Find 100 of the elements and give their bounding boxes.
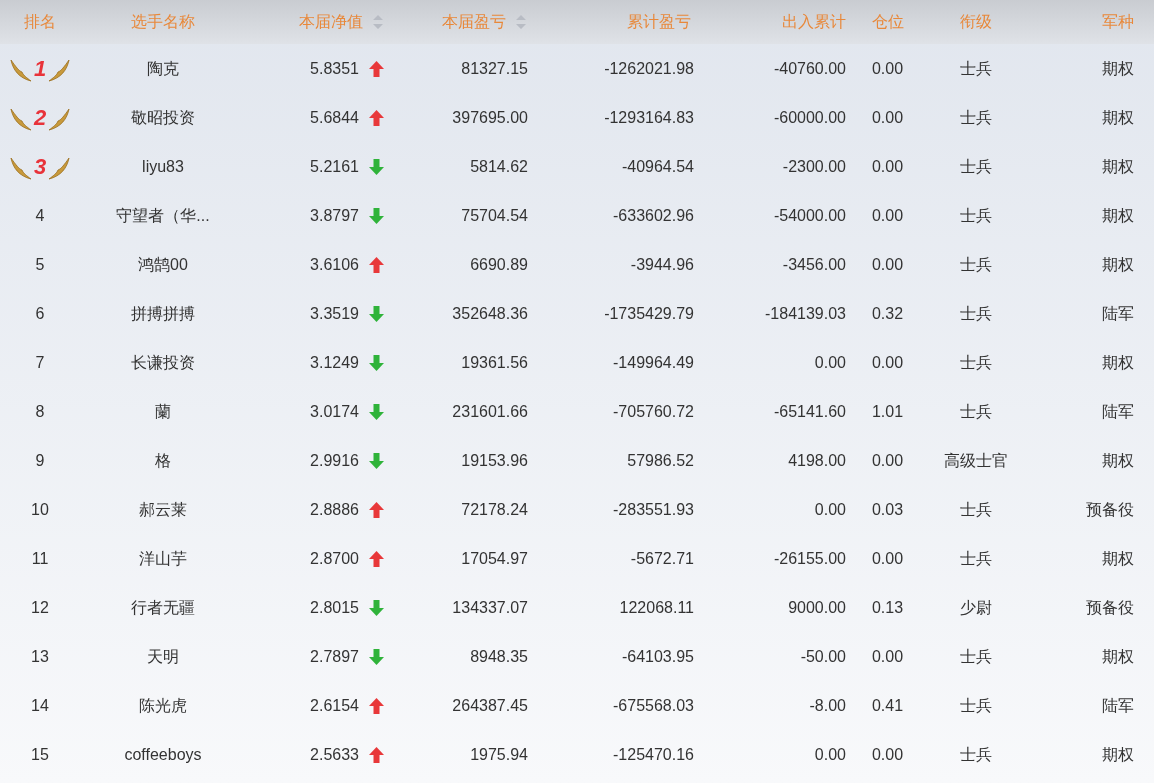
rank-title: 士兵 xyxy=(960,254,992,275)
rank-title: 少尉 xyxy=(960,597,992,618)
net-value: 2.5633 xyxy=(310,744,359,765)
in-out-total: -8.00 xyxy=(809,695,846,716)
period-profit: 1975.94 xyxy=(470,744,528,765)
rank-title: 士兵 xyxy=(960,695,992,716)
player-name: 长谦投资 xyxy=(131,352,195,373)
rank-title: 高级士官 xyxy=(944,450,1008,471)
position-ratio: 0.00 xyxy=(871,352,904,373)
total-profit: -149964.49 xyxy=(613,352,694,373)
player-name: 行者无疆 xyxy=(131,597,195,618)
player-name: 天明 xyxy=(147,646,179,667)
total-profit: -1293164.83 xyxy=(604,107,694,128)
branch: 期权 xyxy=(1102,744,1134,765)
period-profit: 5814.62 xyxy=(470,156,528,177)
total-profit: 57986.52 xyxy=(627,450,694,471)
column-header[interactable]: 本届净值 xyxy=(299,10,363,34)
period-profit: 19361.56 xyxy=(461,352,528,373)
position-ratio: 0.00 xyxy=(871,156,904,177)
period-profit: 264387.45 xyxy=(452,695,528,716)
net-value: 3.0174 xyxy=(310,401,359,422)
player-name: 敬昭投资 xyxy=(131,107,195,128)
position-ratio: 0.00 xyxy=(871,107,904,128)
column-header: 累计盈亏 xyxy=(627,12,691,32)
sort-icon[interactable] xyxy=(516,15,526,29)
branch: 期权 xyxy=(1102,548,1134,569)
in-out-total: -2300.00 xyxy=(782,156,846,177)
in-out-total: -3456.00 xyxy=(782,254,846,275)
in-out-total: 9000.00 xyxy=(788,597,846,618)
player-name: 鸿鹄00 xyxy=(138,254,188,275)
rank-title: 士兵 xyxy=(960,205,992,226)
position-ratio: 0.32 xyxy=(871,303,904,324)
rank-title: 士兵 xyxy=(960,58,992,79)
branch: 预备役 xyxy=(1086,597,1134,618)
column-header: 仓位 xyxy=(871,12,904,32)
period-profit: 352648.36 xyxy=(452,303,528,324)
player-name: 格 xyxy=(155,450,171,471)
column-header: 选手名称 xyxy=(131,12,195,32)
rank-number: 11 xyxy=(31,548,49,569)
position-ratio: 0.00 xyxy=(871,744,904,765)
rank-title: 士兵 xyxy=(960,156,992,177)
rank-title: 士兵 xyxy=(960,303,992,324)
rank-number: 2 xyxy=(33,106,47,129)
branch: 期权 xyxy=(1102,58,1134,79)
player-name: liyu83 xyxy=(142,156,184,177)
net-value: 3.8797 xyxy=(310,205,359,226)
net-value: 2.8886 xyxy=(310,499,359,520)
branch: 期权 xyxy=(1102,156,1134,177)
rank-number: 5 xyxy=(35,254,45,275)
total-profit: -1735429.79 xyxy=(604,303,694,324)
total-profit: -5672.71 xyxy=(630,548,694,569)
in-out-total: -65141.60 xyxy=(773,401,846,422)
rank-number: 10 xyxy=(31,499,49,520)
rank-number: 12 xyxy=(31,597,49,618)
period-profit: 231601.66 xyxy=(452,401,528,422)
net-value: 2.9916 xyxy=(310,450,359,471)
branch: 陆军 xyxy=(1102,401,1134,422)
net-value: 5.6844 xyxy=(310,107,359,128)
net-value: 3.6106 xyxy=(310,254,359,275)
player-name: coffeeboys xyxy=(124,744,202,765)
rank-number: 4 xyxy=(35,205,45,226)
period-profit: 81327.15 xyxy=(461,58,528,79)
position-ratio: 0.00 xyxy=(871,646,904,667)
position-ratio: 0.00 xyxy=(871,450,904,471)
in-out-total: 0.00 xyxy=(814,352,846,373)
period-profit: 19153.96 xyxy=(461,450,528,471)
net-value: 5.2161 xyxy=(310,156,359,177)
branch: 期权 xyxy=(1102,450,1134,471)
total-profit: 122068.11 xyxy=(619,597,694,618)
player-name: 守望者（华... xyxy=(116,205,210,226)
player-name: 拼搏拼搏 xyxy=(131,303,195,324)
branch: 期权 xyxy=(1102,646,1134,667)
period-profit: 17054.97 xyxy=(461,548,528,569)
rank-number: 9 xyxy=(35,450,45,471)
position-ratio: 0.03 xyxy=(871,499,904,520)
sort-icon[interactable] xyxy=(373,15,383,29)
net-value: 2.8700 xyxy=(310,548,359,569)
branch: 陆军 xyxy=(1102,303,1134,324)
net-value: 2.6154 xyxy=(310,695,359,716)
period-profit: 8948.35 xyxy=(470,646,528,667)
position-ratio: 0.00 xyxy=(871,205,904,226)
net-value: 2.8015 xyxy=(310,597,359,618)
rank-number: 3 xyxy=(33,155,47,178)
period-profit: 397695.00 xyxy=(452,107,528,128)
total-profit: -40964.54 xyxy=(621,156,694,177)
in-out-total: -54000.00 xyxy=(773,205,846,226)
in-out-total: -184139.03 xyxy=(765,303,846,324)
branch: 陆军 xyxy=(1102,695,1134,716)
net-value: 3.3519 xyxy=(310,303,359,324)
total-profit: -3944.96 xyxy=(630,254,694,275)
position-ratio: 0.41 xyxy=(871,695,904,716)
player-name: 郝云莱 xyxy=(139,499,187,520)
player-name: 洋山芋 xyxy=(139,548,187,569)
in-out-total: 0.00 xyxy=(814,499,846,520)
in-out-total: -60000.00 xyxy=(773,107,846,128)
column-header[interactable]: 本届盈亏 xyxy=(442,10,506,34)
rank-number: 13 xyxy=(31,646,49,667)
position-ratio: 0.00 xyxy=(871,58,904,79)
rank-number: 8 xyxy=(35,401,45,422)
total-profit: -705760.72 xyxy=(613,401,694,422)
